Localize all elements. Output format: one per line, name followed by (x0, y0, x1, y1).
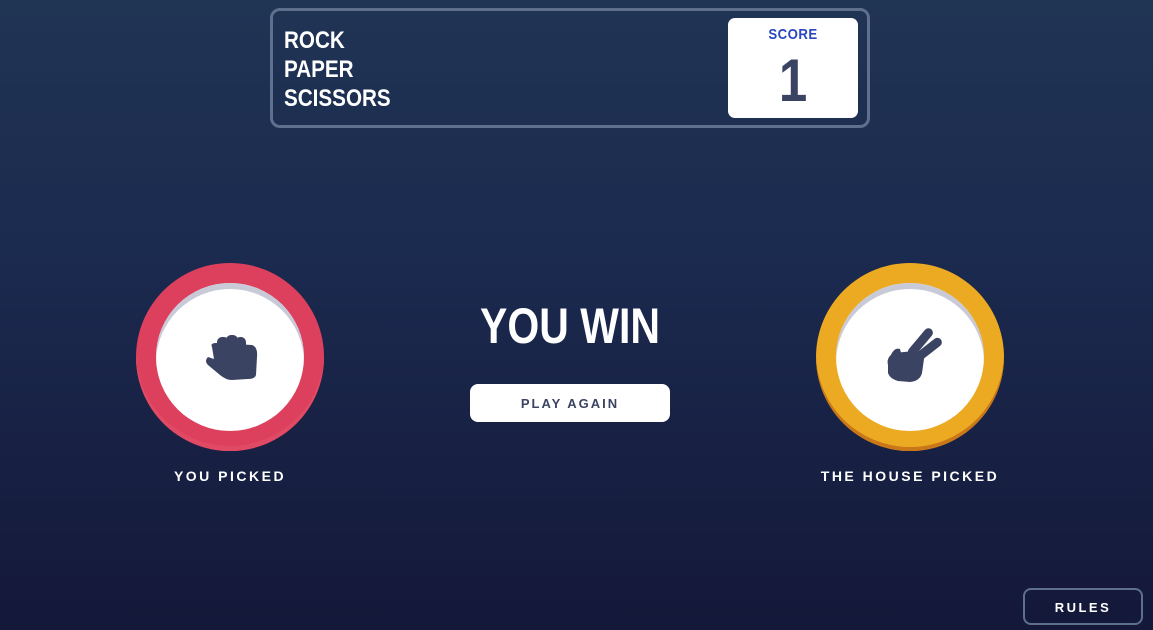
game-title: ROCK PAPER SCISSORS (284, 26, 391, 113)
player-pick-token (136, 263, 324, 451)
result-text: YOU WIN (480, 298, 660, 354)
score-label: SCORE (768, 26, 818, 43)
scoreboard-header: ROCK PAPER SCISSORS SCORE 1 (270, 8, 870, 128)
title-line-paper: PAPER (284, 56, 354, 83)
title-line-scissors: SCISSORS (284, 85, 391, 112)
score-value: 1 (778, 47, 808, 114)
rock-fist-icon (206, 335, 258, 380)
house-pick-label: THE HOUSE PICKED (820, 468, 1000, 484)
play-again-button[interactable]: PLAY AGAIN (470, 384, 670, 422)
player-pick-inner (156, 283, 304, 431)
house-pick-token (816, 263, 1004, 451)
rules-button[interactable]: RULES (1023, 588, 1143, 625)
scissors-hand-icon (887, 328, 942, 382)
player-pick-label: YOU PICKED (173, 468, 287, 484)
score-box: SCORE 1 (728, 18, 858, 118)
house-pick-inner (836, 283, 984, 431)
title-line-rock: ROCK (284, 27, 345, 54)
